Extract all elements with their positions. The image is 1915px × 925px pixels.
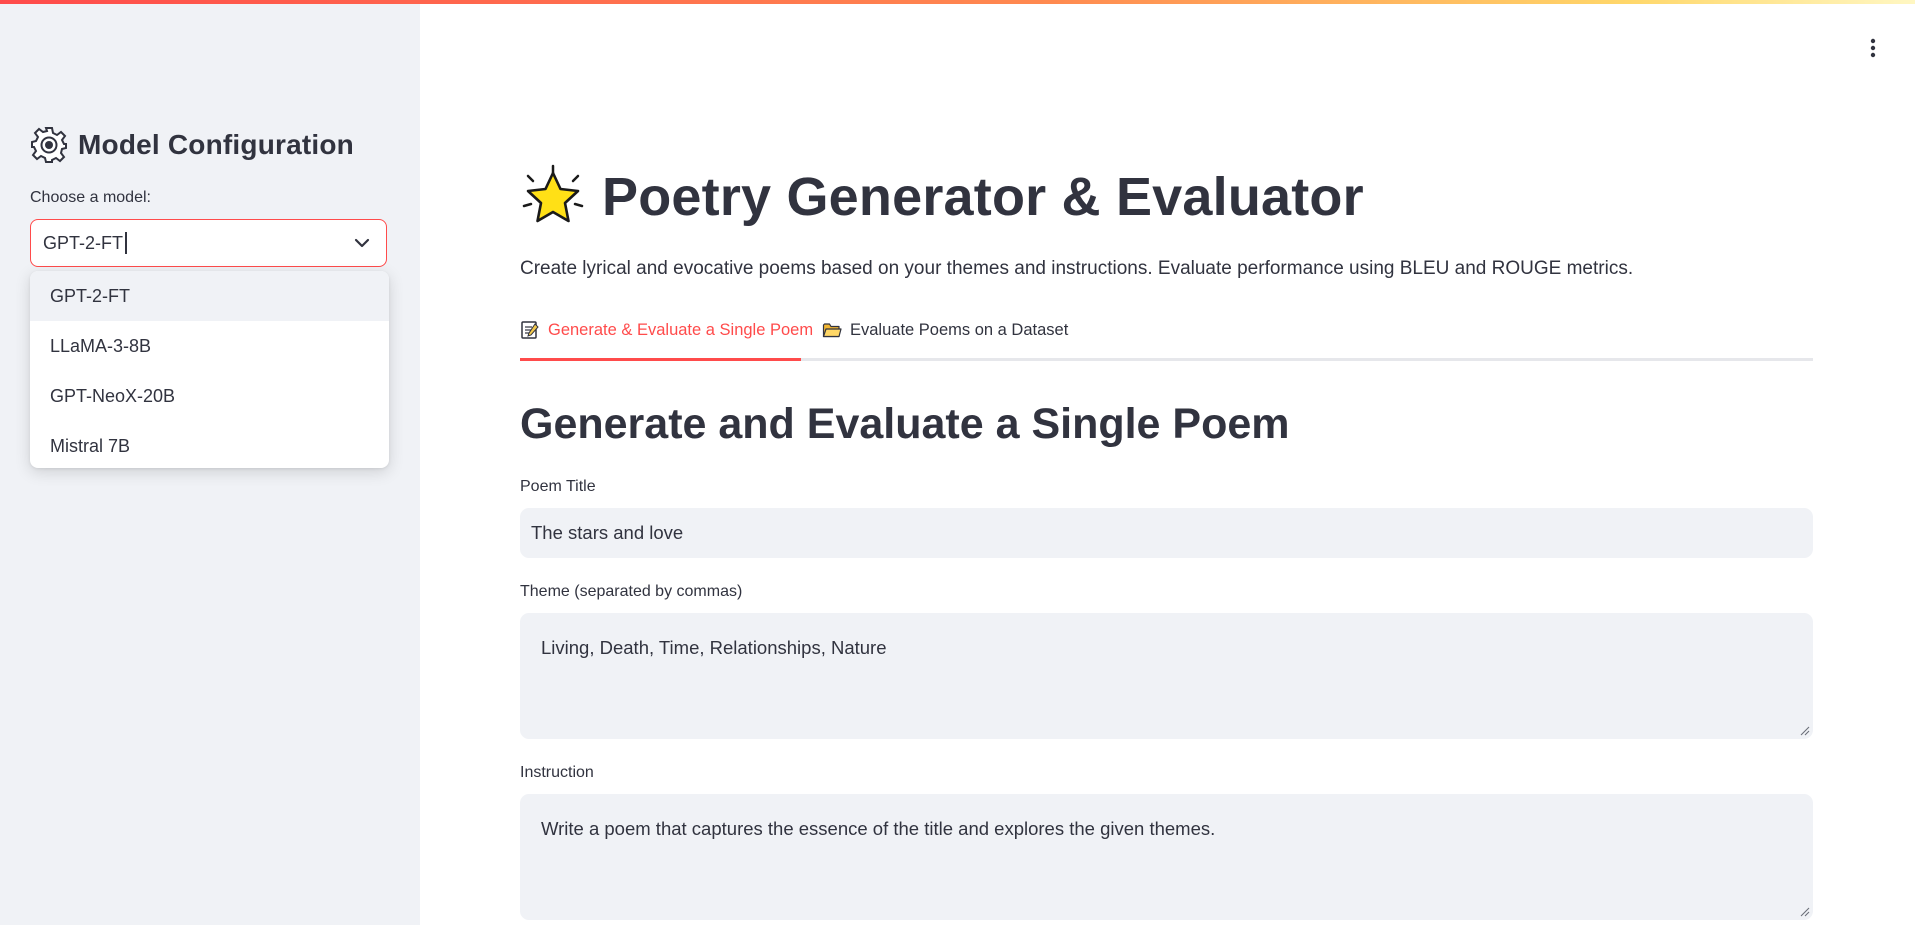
sidebar-title: Model Configuration	[78, 129, 354, 160]
instruction-textarea[interactable]: Write a poem that captures the essence o…	[520, 794, 1813, 920]
dropdown-option-mistral-7b[interactable]: Mistral 7B	[30, 421, 389, 468]
tab-bar: Generate & Evaluate a Single Poem Evalua…	[520, 310, 1813, 361]
dropdown-option-gpt-neox-20b[interactable]: GPT-NeoX-20B	[30, 371, 389, 421]
instruction-label: Instruction	[520, 764, 594, 781]
section-heading: Generate and Evaluate a Single Poem	[520, 400, 1290, 448]
tab-dataset-label: Evaluate Poems on a Dataset	[850, 320, 1069, 339]
poem-title-value: The stars and love	[531, 522, 684, 543]
page-title: Poetry Generator & Evaluator	[520, 164, 1364, 230]
page-subtitle: Create lyrical and evocative poems based…	[520, 258, 1634, 279]
theme-value: Living, Death, Time, Relationships, Natu…	[541, 637, 887, 658]
more-options-icon[interactable]	[1863, 36, 1883, 60]
top-decoration-stripe	[0, 0, 1915, 4]
page-title-text: Poetry Generator & Evaluator	[602, 167, 1364, 227]
folder-icon	[822, 323, 842, 338]
theme-textarea[interactable]: Living, Death, Time, Relationships, Natu…	[520, 613, 1813, 739]
glowing-star-icon	[522, 164, 584, 223]
resize-handle-icon[interactable]	[1800, 907, 1810, 917]
sidebar-header: Model Configuration	[30, 126, 354, 164]
resize-handle-icon[interactable]	[1800, 726, 1810, 736]
theme-label: Theme (separated by commas)	[520, 583, 743, 600]
tab-single-poem-label: Generate & Evaluate a Single Poem	[548, 320, 814, 339]
poem-title-input[interactable]: The stars and love	[520, 508, 1813, 558]
model-dropdown-menu: GPT-2-FT LLaMA-3-8B GPT-NeoX-20B Mistral…	[30, 271, 389, 468]
chevron-down-icon[interactable]	[352, 233, 372, 253]
model-select-label: Choose a model:	[30, 189, 151, 206]
text-cursor	[125, 232, 127, 254]
memo-icon	[521, 321, 539, 339]
instruction-value: Write a poem that captures the essence o…	[541, 818, 1216, 839]
poem-title-label: Poem Title	[520, 478, 596, 495]
model-select-value[interactable]: GPT-2-FT	[43, 233, 123, 254]
model-select[interactable]: GPT-2-FT	[30, 219, 387, 267]
dropdown-option-gpt-2-ft[interactable]: GPT-2-FT	[30, 271, 389, 321]
dropdown-option-llama-3-8b[interactable]: LLaMA-3-8B	[30, 321, 389, 371]
gear-icon	[31, 127, 67, 163]
tab-single-poem[interactable]: Generate & Evaluate a Single Poem	[520, 320, 813, 340]
sidebar: Model Configuration Choose a model: GPT-…	[0, 0, 420, 925]
tab-dataset[interactable]: Evaluate Poems on a Dataset	[822, 320, 1068, 340]
active-tab-indicator	[520, 358, 801, 361]
